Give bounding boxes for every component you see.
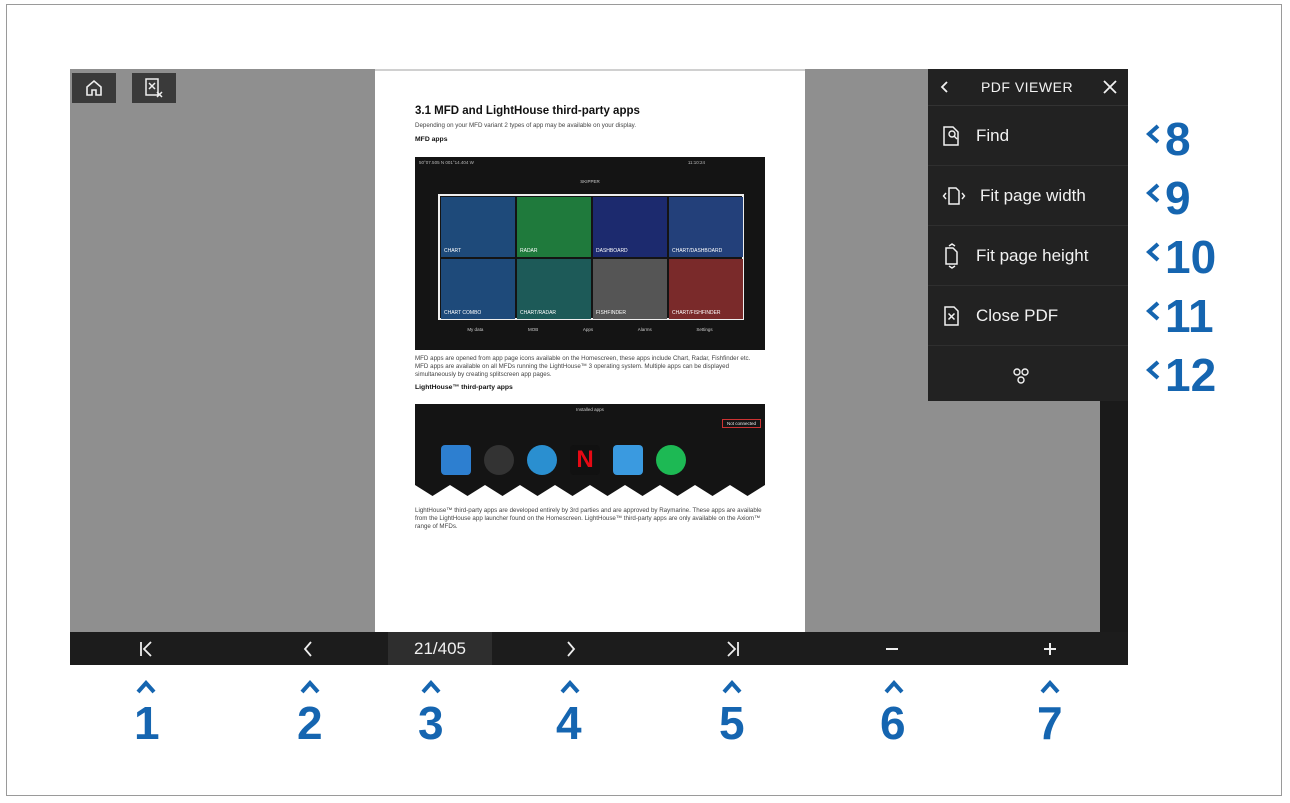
callout-11: 11: [1165, 290, 1214, 342]
callout-9: 9: [1165, 172, 1191, 224]
first-page-button[interactable]: [126, 632, 166, 665]
pdf-navigation-bar: 21/405: [70, 632, 1128, 665]
pdf-page: 3.1 MFD and LightHouse third-party apps …: [375, 69, 805, 632]
mfd-dock: My data MOB Apps Alarms Settings: [415, 327, 765, 332]
close-pdf-top-button[interactable]: [132, 73, 176, 103]
zoom-out-button[interactable]: [872, 632, 912, 665]
callout-arrow-up-icon: [136, 680, 156, 694]
doc-lh-heading: LightHouse™ third-party apps: [415, 384, 513, 392]
callout-arrow-left-icon: [1146, 360, 1160, 380]
app-offshore: [441, 445, 471, 475]
close-pdf-menu-item[interactable]: Close PDF: [928, 286, 1128, 346]
last-page-icon: [727, 640, 739, 657]
doc-intro: Depending on your MFD variant 2 types of…: [415, 122, 637, 129]
home-icon: [86, 79, 102, 96]
page-indicator[interactable]: 21/405: [388, 632, 492, 665]
app-cleisure: [613, 445, 643, 475]
callout-2: 2: [297, 697, 323, 749]
tile-chart-dashboard: CHART/DASHBOARD: [669, 197, 743, 257]
installed-apps-image: Installed apps Not connected N: [415, 404, 765, 496]
tile-chart-radar: CHART/RADAR: [517, 259, 591, 319]
app-netflix: N: [570, 445, 600, 475]
app-lumina: [484, 445, 514, 475]
previous-page-button[interactable]: [288, 632, 328, 665]
dock-mydata: My data: [467, 327, 484, 332]
dock-alarms: Alarms: [637, 327, 652, 332]
callout-7: 7: [1037, 697, 1063, 749]
callout-arrow-left-icon: [1146, 183, 1160, 203]
mfd-homescreen-image: 50°07.505 N 001°14.404 W 11:10:24 SKIPPE…: [415, 157, 765, 350]
close-pdf-label: Close PDF: [976, 305, 1059, 325]
tile-chart-fishfinder: CHART/FISHFINDER: [669, 259, 743, 319]
fit-page-width-label: Fit page width: [980, 185, 1086, 205]
callout-arrow-up-icon: [421, 680, 441, 694]
callout-5: 5: [719, 697, 745, 749]
tile-fishfinder: FISHFINDER: [593, 259, 667, 319]
close-pdf-icon: [145, 78, 163, 98]
doc-mfd-heading: MFD apps: [415, 135, 448, 143]
next-page-button[interactable]: [551, 632, 591, 665]
tile-chart-combo: CHART COMBO: [441, 259, 515, 319]
callout-10: 10: [1165, 231, 1217, 283]
fit-page-height-label: Fit page height: [976, 245, 1089, 265]
dock-apps: Apps: [582, 327, 594, 332]
callout-8: 8: [1165, 113, 1191, 165]
mfd-screen: 3.1 MFD and LightHouse third-party apps …: [70, 69, 1128, 665]
doc-title: 3.1 MFD and LightHouse third-party apps: [415, 105, 640, 117]
callout-arrow-up-icon: [884, 680, 904, 694]
minus-icon: [886, 647, 898, 650]
close-panel-icon[interactable]: [1102, 79, 1118, 95]
callout-arrow-up-icon: [722, 680, 742, 694]
mfd-time: 11:10:24: [687, 160, 705, 165]
doc-lh-paragraph: LightHouse™ third-party apps are develop…: [415, 507, 762, 530]
last-page-button[interactable]: [713, 632, 753, 665]
callout-4: 4: [556, 697, 582, 749]
callout-arrow-up-icon: [300, 680, 320, 694]
fit-height-icon: [945, 242, 958, 269]
chevron-left-icon: [303, 640, 312, 657]
find-icon: [943, 125, 959, 146]
app-grid: CHART RADAR DASHBOARD CHART/DASHBOARD CH…: [438, 194, 744, 320]
panel-header: PDF VIEWER: [928, 69, 1128, 106]
fit-page-width-menu-item[interactable]: Fit page width: [928, 166, 1128, 226]
callout-1: 1: [134, 697, 160, 749]
pdf-viewer-panel: PDF VIEWER Find Fit page width Fit page …: [928, 69, 1128, 401]
more-options-menu-item[interactable]: [928, 346, 1128, 405]
callout-3: 3: [418, 697, 444, 749]
panel-title: PDF VIEWER: [980, 79, 1074, 95]
callout-arrow-left-icon: [1146, 124, 1160, 144]
back-chevron-icon[interactable]: [938, 80, 952, 94]
mfd-profile: SKIPPER: [580, 179, 600, 184]
installed-apps-title: Installed apps: [576, 407, 604, 412]
right-scroll-strip: [1100, 401, 1128, 632]
app-fibre: [527, 445, 557, 475]
plus-icon: [1044, 642, 1056, 655]
chevron-right-icon: [567, 640, 576, 657]
home-button[interactable]: [72, 73, 116, 103]
app-spotify: [656, 445, 686, 475]
callout-arrow-up-icon: [560, 680, 580, 694]
callout-6: 6: [880, 697, 906, 749]
fit-page-height-menu-item[interactable]: Fit page height: [928, 226, 1128, 286]
tile-chart: CHART: [441, 197, 515, 257]
dock-mob: MOB: [527, 327, 539, 332]
find-menu-item[interactable]: Find: [928, 106, 1128, 166]
first-page-icon: [140, 640, 152, 657]
callout-arrow-left-icon: [1146, 301, 1160, 321]
callout-arrow-left-icon: [1146, 242, 1160, 262]
doc-mfd-paragraph: MFD apps are opened from app page icons …: [415, 355, 751, 378]
close-pdf-icon: [944, 305, 959, 326]
dock-settings: Settings: [696, 327, 713, 332]
tile-dashboard: DASHBOARD: [593, 197, 667, 257]
find-label: Find: [976, 125, 1010, 145]
more-options-icon: [1013, 367, 1029, 384]
not-connected-badge: Not connected: [721, 419, 761, 428]
fit-width-icon: [942, 186, 966, 205]
callout-arrow-up-icon: [1040, 680, 1060, 694]
zoom-in-button[interactable]: [1030, 632, 1070, 665]
callout-12: 12: [1165, 349, 1217, 401]
mfd-status-coords: 50°07.505 N 001°14.404 W: [419, 160, 474, 165]
tile-radar: RADAR: [517, 197, 591, 257]
